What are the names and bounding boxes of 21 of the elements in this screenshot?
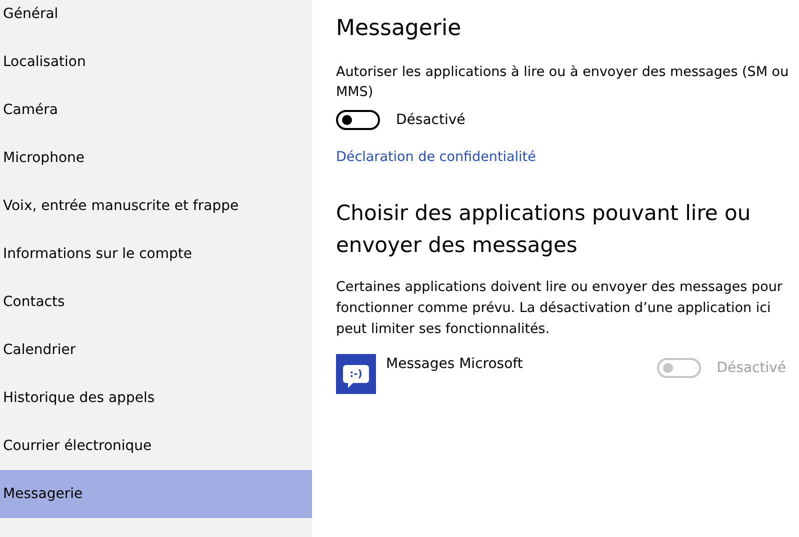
sidebar-item[interactable]: Calendrier xyxy=(0,326,312,374)
sidebar-item[interactable]: Informations sur le compte xyxy=(0,230,312,278)
toggle-label: Désactivé xyxy=(716,360,786,376)
section-heading: Choisir des applications pouvant lire ou envoyer des messages xyxy=(336,200,752,259)
sidebar-item[interactable]: Historique des appels xyxy=(0,374,312,422)
page-title: Messagerie xyxy=(336,15,462,43)
sidebar-item[interactable]: Général xyxy=(0,0,312,38)
toggle-switch[interactable] xyxy=(336,110,380,130)
section-description: Certaines applications doivent lire ou envoyer des messages pour fonctionner comme prévu. La désactivation d’une application ici peut limiter ses fonctionnalités. xyxy=(336,278,784,339)
chat-bubble-icon: :-) xyxy=(336,354,376,394)
sidebar-item[interactable]: Caméra xyxy=(0,86,312,134)
sidebar-item[interactable]: Contacts xyxy=(0,278,312,326)
app-name: Messages Microsoft xyxy=(386,356,523,372)
sidebar-item[interactable]: Voix, entrée manuscrite et frappe xyxy=(0,182,312,230)
toggle-label: Désactivé xyxy=(396,112,466,128)
permission-description: Autoriser les applications à lire ou à envoyer des messages (SM ou MMS) xyxy=(336,63,790,102)
sidebar-item[interactable]: Courrier électronique xyxy=(0,422,312,470)
privacy-link[interactable]: Déclaration de confidentialité xyxy=(336,149,536,165)
sidebar-item[interactable]: Messagerie xyxy=(0,470,312,518)
sidebar-item[interactable]: Microphone xyxy=(0,134,312,182)
sidebar-item[interactable]: Localisation xyxy=(0,38,312,86)
